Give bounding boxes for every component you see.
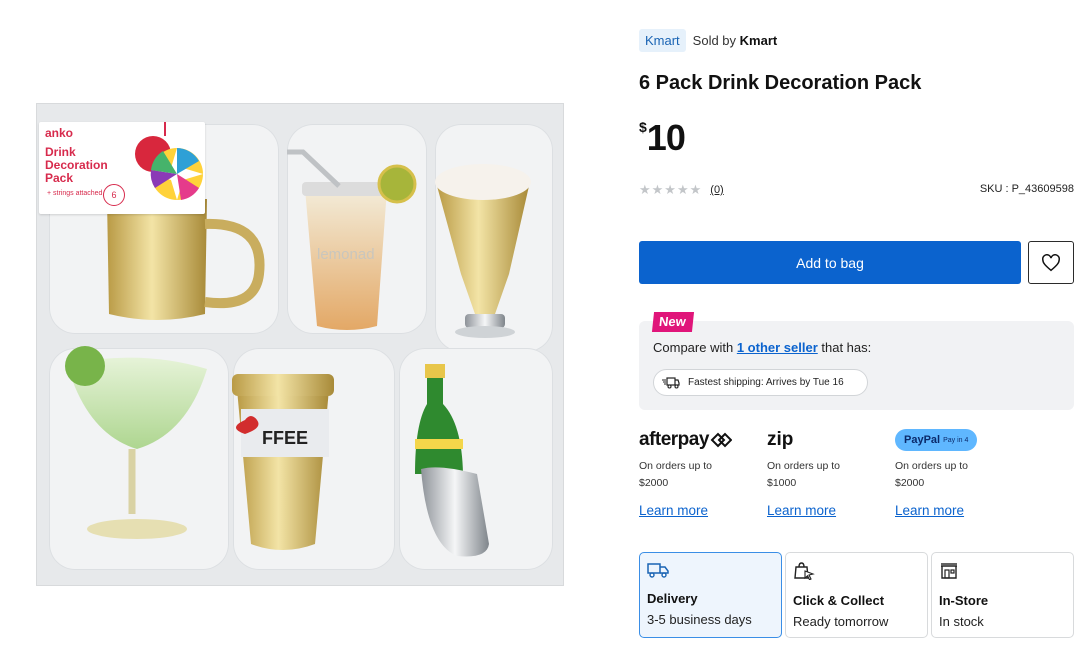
coffee-print: FFEE	[262, 428, 308, 448]
in-store-option[interactable]: In-Store In stock	[931, 552, 1074, 638]
click-collect-option[interactable]: Click & Collect Ready tomorrow	[785, 552, 928, 638]
afterpay-block: afterpay On orders up to $2000 Learn more	[639, 427, 759, 520]
sold-by-text: Sold by Kmart	[692, 33, 778, 48]
in-store-subtitle: In stock	[939, 614, 984, 629]
zip-note: On orders up to $1000	[767, 460, 840, 489]
in-store-title: In-Store	[939, 593, 989, 608]
paypal-note: On orders up to $2000	[895, 460, 968, 489]
product-image[interactable]: lemonad FFEE anko Drink Decoration Pack …	[36, 103, 564, 586]
paypal-learn-more-link[interactable]: Learn more	[895, 503, 964, 518]
wishlist-button[interactable]	[1028, 241, 1074, 284]
cup-print: lemonad	[317, 246, 375, 263]
package-subtitle: + strings attached	[47, 190, 103, 197]
rating-row[interactable]: ★★★★★ (0)	[639, 182, 724, 198]
new-badge: New	[651, 312, 694, 332]
bag-cursor-icon	[794, 562, 815, 581]
fastest-shipping-pill: Fastest shipping: Arrives by Tue 16	[653, 369, 868, 396]
fast-truck-icon	[662, 376, 680, 389]
product-title: 6 Pack Drink Decoration Pack	[639, 72, 922, 94]
package-label: anko Drink Decoration Pack + strings att…	[39, 122, 205, 214]
bauble-graphic	[135, 122, 203, 200]
other-seller-link[interactable]: 1 other seller	[737, 340, 818, 355]
price: $10	[639, 117, 686, 159]
click-collect-subtitle: Ready tomorrow	[793, 614, 889, 629]
package-title: Drink Decoration Pack	[45, 145, 108, 185]
sku: SKU : P_43609598	[979, 183, 1074, 195]
review-count-link[interactable]: (0)	[710, 184, 723, 196]
zip-block: zip On orders up to $1000 Learn more	[767, 427, 887, 520]
heart-icon	[1042, 253, 1060, 271]
fastest-shipping-text: Fastest shipping: Arrives by Tue 16	[688, 377, 844, 388]
afterpay-learn-more-link[interactable]: Learn more	[639, 503, 708, 518]
price-currency: $	[639, 119, 647, 135]
seller-name[interactable]: Kmart	[740, 33, 778, 48]
afterpay-arrows-icon	[710, 432, 732, 448]
compare-sellers-panel	[639, 321, 1074, 410]
afterpay-logo: afterpay	[639, 427, 759, 453]
compare-text: Compare with 1 other seller that has:	[653, 340, 872, 355]
afterpay-note: On orders up to $2000	[639, 460, 712, 489]
paypal-block: PayPal Pay in 4 On orders up to $2000 Lear…	[895, 427, 1015, 520]
seller-row: Kmart Sold by Kmart	[639, 29, 777, 52]
seller-badge[interactable]: Kmart	[639, 29, 686, 52]
click-collect-title: Click & Collect	[793, 593, 885, 608]
paypal-logo: PayPal Pay in 4	[895, 429, 978, 451]
zip-logo: zip	[767, 429, 794, 450]
add-to-bag-button[interactable]: Add to bag	[639, 241, 1021, 284]
price-amount: 10	[646, 117, 686, 158]
delivery-option-subtitle: 3-5 business days	[647, 612, 752, 627]
rating-stars: ★★★★★	[639, 182, 703, 197]
delivery-option-title: Delivery	[647, 591, 698, 606]
delivery-option[interactable]: Delivery 3-5 business days	[639, 552, 782, 638]
truck-icon	[647, 563, 669, 578]
zip-learn-more-link[interactable]: Learn more	[767, 503, 836, 518]
package-count: 6	[103, 184, 125, 206]
store-icon	[941, 563, 957, 579]
package-brand: anko	[45, 126, 74, 140]
